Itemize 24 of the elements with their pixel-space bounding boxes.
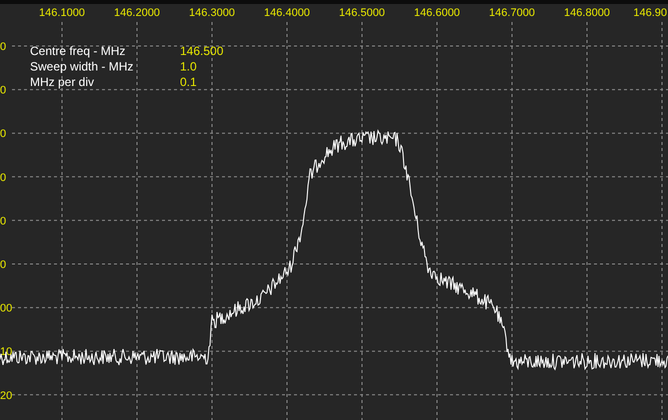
frequency-label: 146.7000	[489, 7, 535, 19]
level-label: 0	[0, 41, 6, 53]
frequency-label: 146.6000	[414, 7, 460, 19]
parameter-label: Sweep width - MHz	[30, 60, 134, 74]
parameter-value: 1.0	[180, 60, 197, 74]
level-label: 10	[0, 346, 12, 358]
frequency-label: 146.90	[633, 7, 667, 19]
level-label: 0	[0, 172, 6, 184]
frequency-label: 146.5000	[339, 7, 385, 19]
level-label: 0	[0, 215, 6, 228]
level-label: 0	[0, 128, 6, 140]
level-label: 20	[0, 390, 12, 402]
level-label: 0	[0, 84, 6, 97]
parameter-value: 146.500	[180, 44, 224, 58]
frequency-label: 146.8000	[564, 7, 610, 19]
frequency-label: 146.4000	[264, 7, 310, 19]
level-label: 0	[0, 259, 6, 271]
level-label: 00	[0, 302, 12, 315]
parameter-label: Centre freq - MHz	[30, 44, 126, 58]
frequency-label: 146.2000	[114, 7, 160, 19]
parameter-label: MHz per div	[30, 75, 94, 89]
parameter-value: 0.1	[180, 75, 197, 89]
frequency-label: 146.3000	[189, 7, 235, 19]
frequency-label: 146.1000	[39, 7, 85, 19]
